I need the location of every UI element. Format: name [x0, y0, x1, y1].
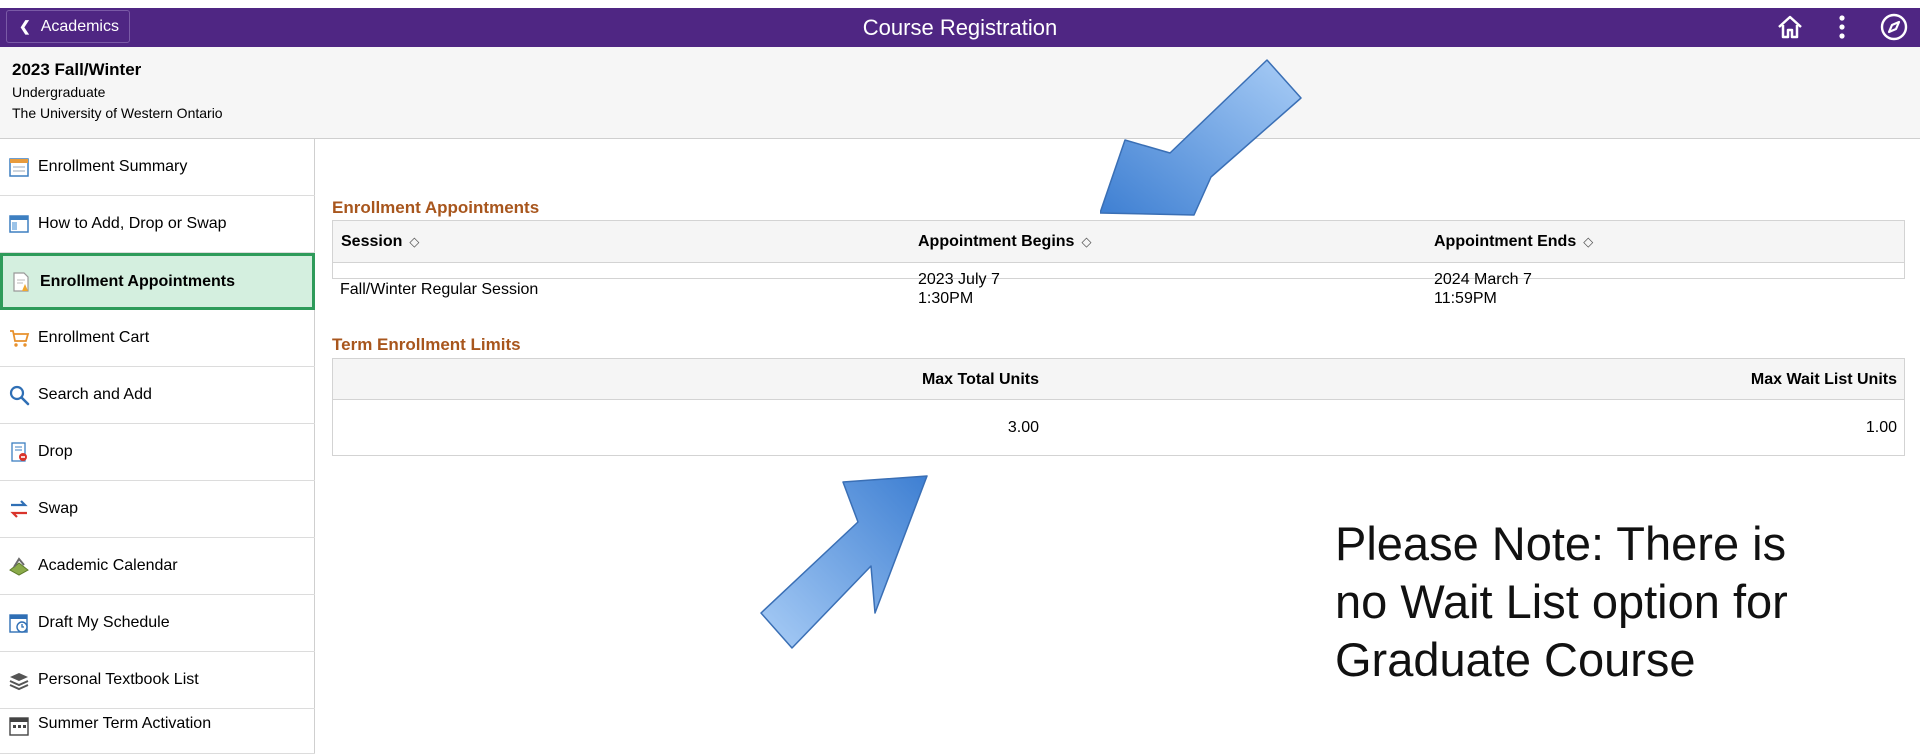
- sidebar-item-academic-calendar[interactable]: Academic Calendar: [0, 538, 315, 595]
- context-panel: 2023 Fall/Winter Undergraduate The Unive…: [0, 47, 1920, 139]
- sidebar-item-search-and-add[interactable]: Search and Add: [0, 367, 315, 424]
- chevron-left-icon: ❮: [19, 18, 31, 34]
- max-total-units-header: Max Total Units: [921, 370, 1039, 388]
- books-icon: [8, 669, 30, 691]
- swap-icon: [8, 498, 30, 520]
- max-wait-list-units-header: Max Wait List Units: [1750, 370, 1897, 388]
- note-line: Graduate Course: [1335, 633, 1696, 686]
- search-icon: [8, 384, 30, 406]
- back-button[interactable]: ❮ Academics: [6, 10, 130, 43]
- sidebar-item-label: Swap: [38, 500, 79, 517]
- limits-header-row: Max Total Units Max Wait List Units: [333, 359, 1904, 400]
- sidebar-item-label: Enrollment Cart: [38, 329, 150, 346]
- drop-doc-icon: [8, 441, 30, 463]
- sidebar-item-summer-term-activation[interactable]: Summer Term Activation: [0, 709, 315, 754]
- sidebar-item-label: Summer Term Activation: [38, 715, 212, 732]
- sidebar-item-label: Enrollment Summary: [38, 158, 188, 175]
- sidebar-item-label: Personal Textbook List: [38, 671, 199, 688]
- limits-section-title: Term Enrollment Limits: [332, 335, 521, 354]
- page-title: Course Registration: [862, 15, 1058, 40]
- sidebar-item-drop[interactable]: Drop: [0, 424, 315, 481]
- max-wait-list-units-value: 1.00: [1865, 419, 1897, 436]
- appointments-section-title: Enrollment Appointments: [332, 198, 540, 217]
- academic-calendar-icon: [8, 555, 30, 577]
- begins-date-cell: 2023 July 7: [918, 271, 1000, 288]
- max-total-units-value: 3.00: [1007, 419, 1039, 436]
- sidebar: Enrollment Summary How to Add, Drop or S…: [0, 139, 315, 754]
- sidebar-item-personal-textbook-list[interactable]: Personal Textbook List: [0, 652, 315, 709]
- sidebar-item-enrollment-summary[interactable]: Enrollment Summary: [0, 139, 315, 196]
- sidebar-item-label: Enrollment Appointments: [40, 272, 235, 290]
- sidebar-item-how-to[interactable]: How to Add, Drop or Swap: [0, 196, 315, 253]
- sort-icon: ◇: [409, 234, 420, 249]
- back-label: Academics: [40, 17, 119, 35]
- ends-time-cell: 11:59PM: [1434, 290, 1497, 307]
- ends-column-header[interactable]: Appointment Ends ◇: [1434, 221, 1593, 263]
- navbar-compass-icon[interactable]: [1878, 11, 1910, 43]
- sidebar-item-swap[interactable]: Swap: [0, 481, 315, 538]
- begins-column-header[interactable]: Appointment Begins ◇: [918, 221, 1091, 263]
- limits-table: Max Total Units Max Wait List Units 3.00…: [332, 358, 1905, 456]
- annotation-note: Please Note: There is no Wait List optio…: [1335, 515, 1875, 689]
- session-column-header[interactable]: Session ◇: [341, 221, 419, 263]
- window-icon: [8, 213, 30, 235]
- appointment-doc-icon: [10, 271, 32, 293]
- sidebar-item-enrollment-appointments[interactable]: Enrollment Appointments: [0, 253, 315, 310]
- cart-icon: [8, 327, 30, 349]
- sidebar-item-label: Drop: [38, 443, 73, 460]
- term-label: 2023 Fall/Winter: [12, 60, 142, 79]
- sort-icon: ◇: [1583, 234, 1594, 249]
- schedule-icon: [8, 612, 30, 634]
- sidebar-item-enrollment-cart[interactable]: Enrollment Cart: [0, 310, 315, 367]
- annotation-arrow-down-left: [1100, 59, 1302, 216]
- sidebar-item-label: Draft My Schedule: [38, 614, 170, 631]
- calendar-icon: [8, 156, 30, 178]
- begins-time-cell: 1:30PM: [918, 290, 974, 307]
- session-cell: Fall/Winter Regular Session: [340, 281, 539, 298]
- calendar-grid-icon: [8, 715, 30, 737]
- header-banner: ❮ Academics Course Registration: [0, 8, 1920, 47]
- note-line: no Wait List option for: [1335, 575, 1788, 628]
- note-line: Please Note: There is: [1335, 517, 1787, 570]
- top-strip: [0, 0, 1920, 8]
- more-vertical-icon[interactable]: [1826, 11, 1858, 43]
- annotation-arrow-up-right: [760, 475, 928, 649]
- ends-date-cell: 2024 March 7: [1434, 271, 1532, 288]
- sidebar-item-draft-my-schedule[interactable]: Draft My Schedule: [0, 595, 315, 652]
- institution-label: The University of Western Ontario: [12, 105, 223, 121]
- career-label: Undergraduate: [12, 84, 106, 100]
- sort-icon: ◇: [1081, 234, 1092, 249]
- sidebar-item-label: How to Add, Drop or Swap: [38, 215, 227, 232]
- sidebar-item-label: Academic Calendar: [38, 557, 178, 574]
- sidebar-item-label: Search and Add: [38, 386, 152, 403]
- home-icon[interactable]: [1774, 11, 1806, 43]
